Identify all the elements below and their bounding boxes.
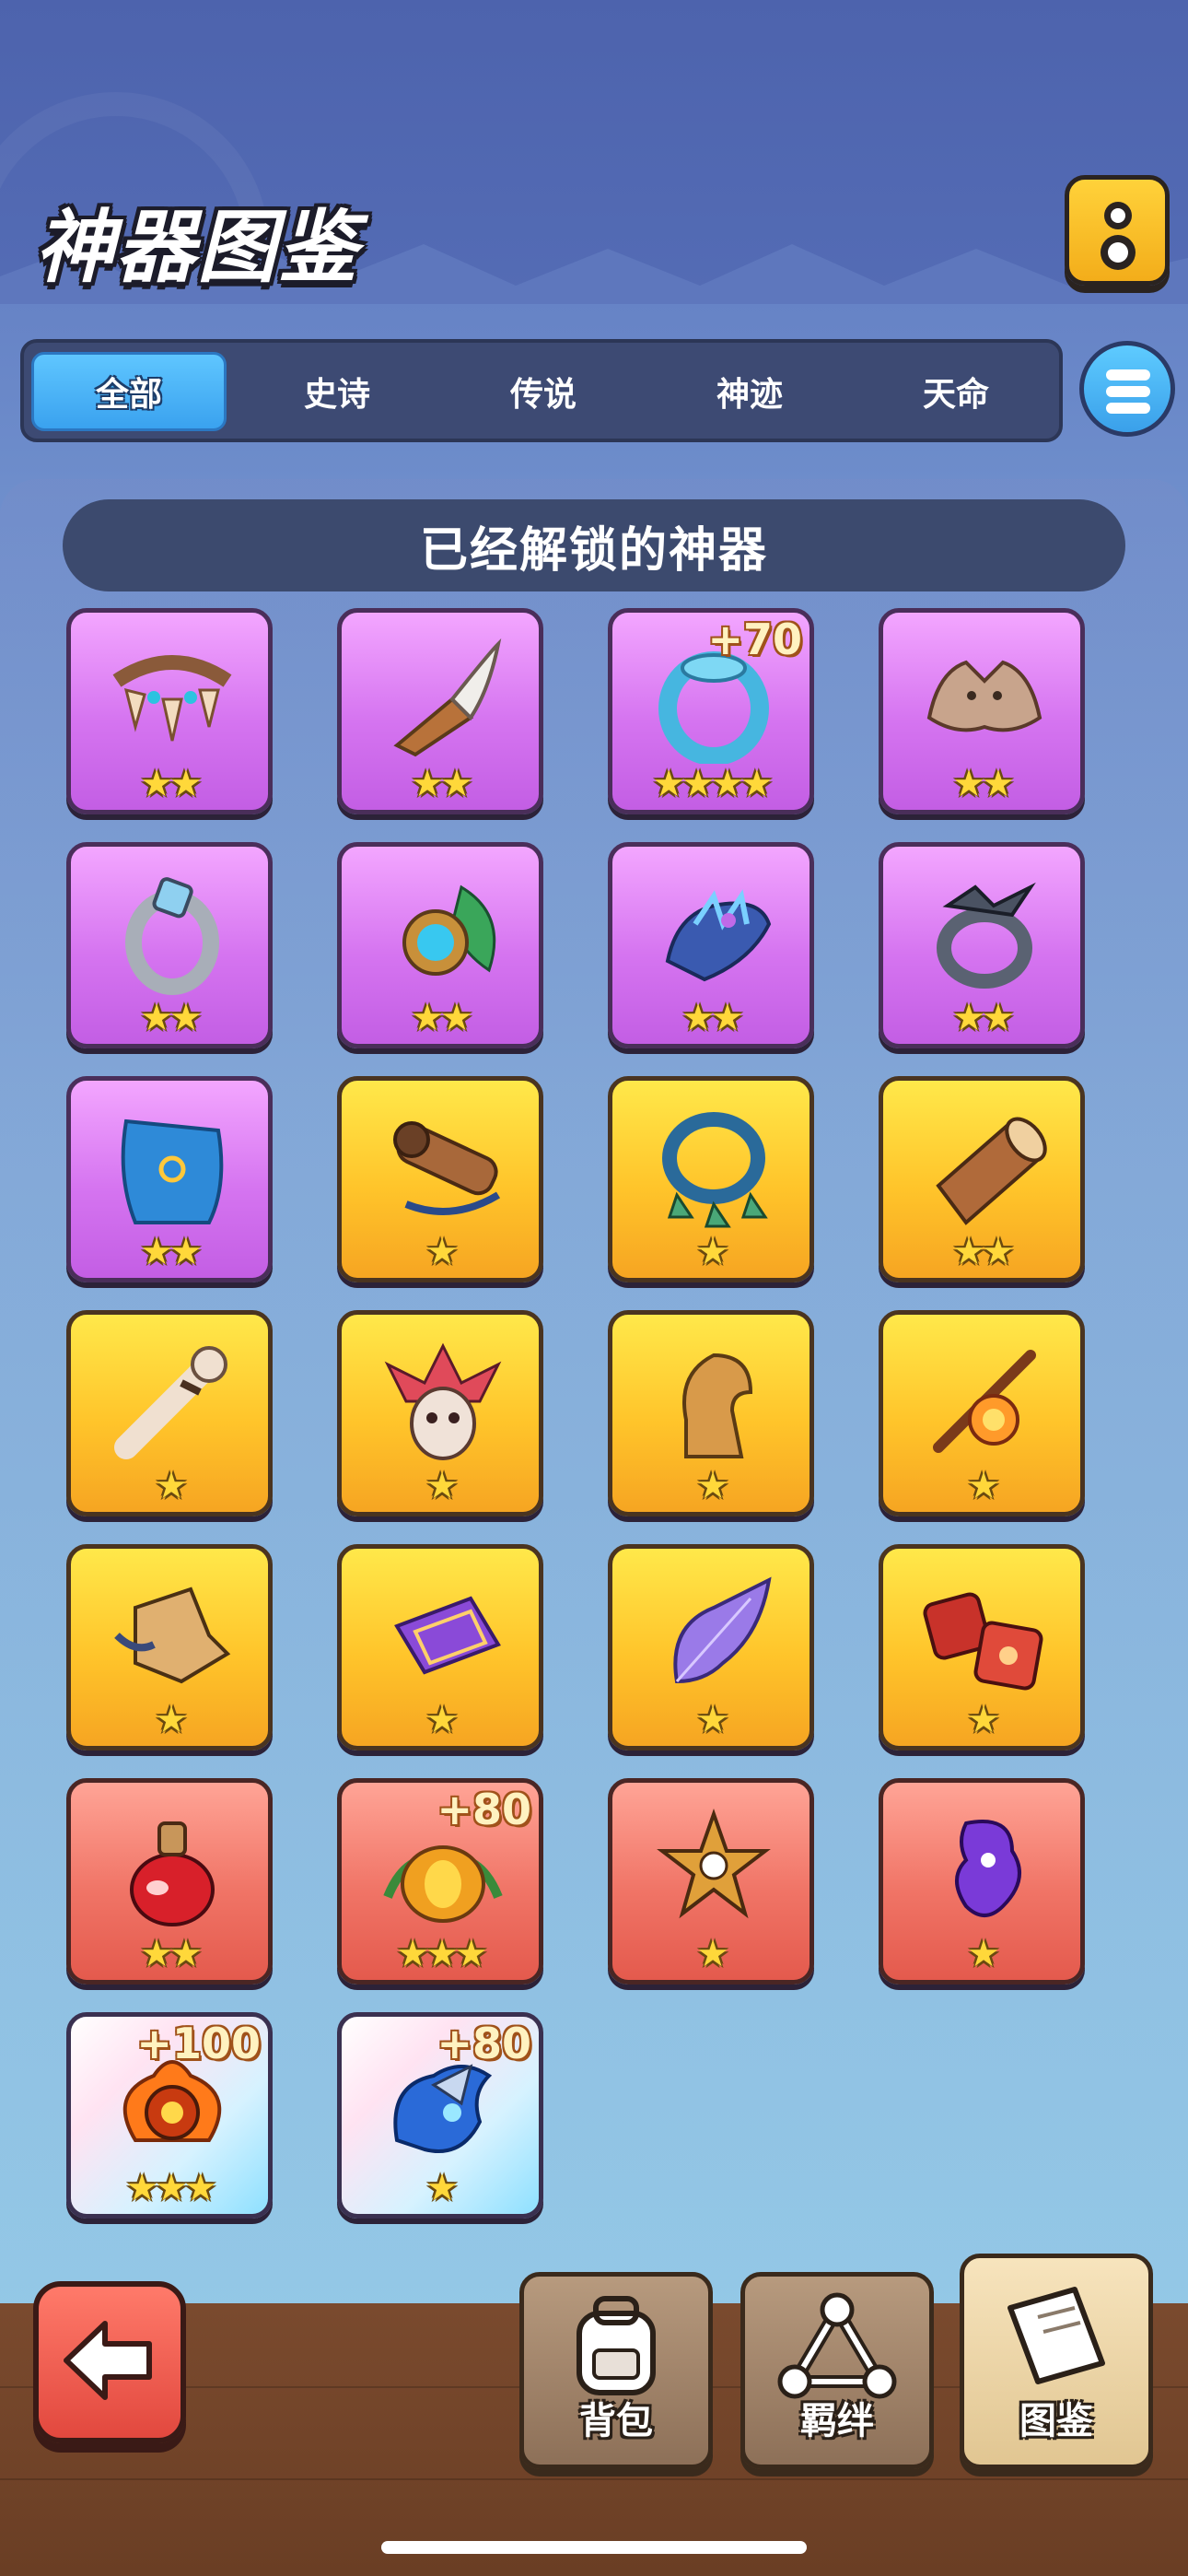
artifact-card[interactable]: ★ xyxy=(608,1544,814,1751)
back-button[interactable] xyxy=(33,2281,186,2443)
tooth-necklace-icon xyxy=(112,655,232,742)
codex-label: 图鉴 xyxy=(1019,2400,1093,2442)
artifact-card[interactable]: +100 ★★★ xyxy=(66,2012,273,2219)
tab-legendary[interactable]: 传说 xyxy=(446,352,641,431)
star-mace-icon xyxy=(657,1808,771,1919)
tab-miracle[interactable]: 神迹 xyxy=(652,352,847,431)
star-rating: ★ xyxy=(696,1231,729,1273)
artifact-card[interactable]: +80 ★★★ xyxy=(337,1778,543,1985)
artifact-card[interactable]: ★★ xyxy=(66,842,273,1048)
violet-leaf-icon xyxy=(673,1576,772,1684)
artifact-card[interactable]: ★★ xyxy=(66,1076,273,1282)
star-rating: ★ xyxy=(155,1699,188,1741)
star-rating: ★ xyxy=(425,1699,459,1741)
artifact-card[interactable]: ★ xyxy=(337,1076,543,1282)
star-rating: ★ xyxy=(696,1933,729,1975)
artifact-card[interactable]: ★ xyxy=(879,1544,1085,1751)
star-rating: ★★★★ xyxy=(652,763,773,805)
artifact-card[interactable]: +80 ★ xyxy=(337,2012,543,2219)
artifact-card[interactable]: ★★ xyxy=(608,842,814,1048)
star-rating: ★ xyxy=(425,1231,459,1273)
bonus-label: +80 xyxy=(437,2019,531,2068)
artifact-card[interactable]: ★ xyxy=(879,1310,1085,1516)
artifact-card[interactable]: ★ xyxy=(337,1544,543,1751)
page-title: 神器图鉴 xyxy=(35,202,359,294)
armored-boot-icon xyxy=(114,1587,231,1684)
list-view-button[interactable] xyxy=(1079,341,1175,437)
book-icon xyxy=(1007,2287,1105,2384)
section-title: 已经解锁的神器 xyxy=(63,499,1125,591)
shadow-spirit-icon xyxy=(955,1820,1021,1917)
star-rating: ★★★ xyxy=(125,2167,217,2209)
star-rating: ★ xyxy=(696,1699,729,1741)
star-rating: ★ xyxy=(155,1465,188,1507)
tab-destiny[interactable]: 天命 xyxy=(858,352,1054,431)
artifact-card[interactable]: ★★ xyxy=(337,608,543,814)
potion-bottle-icon xyxy=(130,1821,215,1926)
artifact-card[interactable]: ★ xyxy=(608,1310,814,1516)
artifact-card[interactable]: ★★ xyxy=(66,1778,273,1985)
bond-label: 羁绊 xyxy=(800,2400,874,2442)
artifact-card[interactable]: ★★ xyxy=(879,608,1085,814)
bone-club-icon xyxy=(114,1346,227,1459)
star-rating: ★ xyxy=(967,1699,1000,1741)
artifact-card[interactable]: ★★ xyxy=(337,842,543,1048)
star-rating: ★★ xyxy=(952,1231,1015,1273)
star-rating: ★★ xyxy=(952,763,1015,805)
bag-label: 背包 xyxy=(579,2400,653,2442)
crystal-gauntlet-icon xyxy=(665,889,772,982)
info-button[interactable] xyxy=(1065,175,1170,286)
bonus-label: +70 xyxy=(707,615,802,664)
artifact-card[interactable]: ★ xyxy=(66,1544,273,1751)
star-rating: ★★ xyxy=(411,763,473,805)
star-rating: ★★ xyxy=(140,1231,203,1273)
bonus-label: +100 xyxy=(136,2019,261,2068)
artifact-card[interactable]: ★ xyxy=(337,1310,543,1516)
horn-dagger-icon xyxy=(393,638,502,757)
star-rating: ★ xyxy=(425,1465,459,1507)
star-rating: ★ xyxy=(967,1465,1000,1507)
artifact-card[interactable]: ★ xyxy=(608,1076,814,1282)
exclamation-icon xyxy=(1104,202,1132,229)
star-rating: ★★★ xyxy=(396,1933,488,1975)
star-rating: ★★ xyxy=(411,997,473,1039)
magic-carpet-icon xyxy=(394,1596,501,1675)
star-rating: ★★ xyxy=(952,997,1015,1039)
silver-ring-icon xyxy=(125,877,219,995)
artifact-card[interactable]: ★★ xyxy=(879,842,1085,1048)
red-dice-icon xyxy=(923,1592,1043,1691)
bond-button[interactable]: 羁绊 xyxy=(740,2272,934,2469)
bell-necklace-icon xyxy=(662,1112,768,1228)
fire-staff-icon xyxy=(933,1350,1036,1453)
artifact-card[interactable]: +70 ★★★★ xyxy=(608,608,814,814)
artifact-card[interactable]: ★ xyxy=(608,1778,814,1985)
artifact-card[interactable]: ★★ xyxy=(66,608,273,814)
artifact-card[interactable]: ★★ xyxy=(879,1076,1085,1282)
tab-epic[interactable]: 史诗 xyxy=(239,352,435,431)
arrow-left-icon xyxy=(64,2321,152,2400)
knight-piece-icon xyxy=(682,1352,753,1458)
star-rating: ★ xyxy=(696,1465,729,1507)
bonus-label: +80 xyxy=(437,1785,531,1834)
bag-button[interactable]: 背包 xyxy=(519,2272,713,2469)
star-rating: ★★ xyxy=(681,997,744,1039)
star-rating: ★★ xyxy=(140,763,203,805)
star-rating: ★ xyxy=(967,1933,1000,1975)
war-drum-icon xyxy=(936,1117,1047,1225)
wooden-cannon-icon xyxy=(393,1121,501,1215)
star-rating: ★★ xyxy=(140,1933,203,1975)
feather-amulet-icon xyxy=(402,884,496,976)
star-rating: ★ xyxy=(425,2167,459,2209)
blue-cape-icon xyxy=(121,1118,224,1224)
artifact-card[interactable]: ★ xyxy=(66,1310,273,1516)
star-rating: ★★ xyxy=(140,997,203,1039)
artifact-card[interactable]: ★ xyxy=(879,1778,1085,1985)
spiked-ring-icon xyxy=(937,882,1036,989)
home-indicator xyxy=(381,2541,807,2554)
codex-button[interactable]: 图鉴 xyxy=(960,2254,1153,2469)
rarity-tabbar: 全部 史诗 传说 神迹 天命 xyxy=(20,339,1063,442)
wolf-pelt-icon xyxy=(926,660,1042,732)
tribal-mask-icon xyxy=(384,1342,502,1460)
tab-all[interactable]: 全部 xyxy=(31,352,227,431)
